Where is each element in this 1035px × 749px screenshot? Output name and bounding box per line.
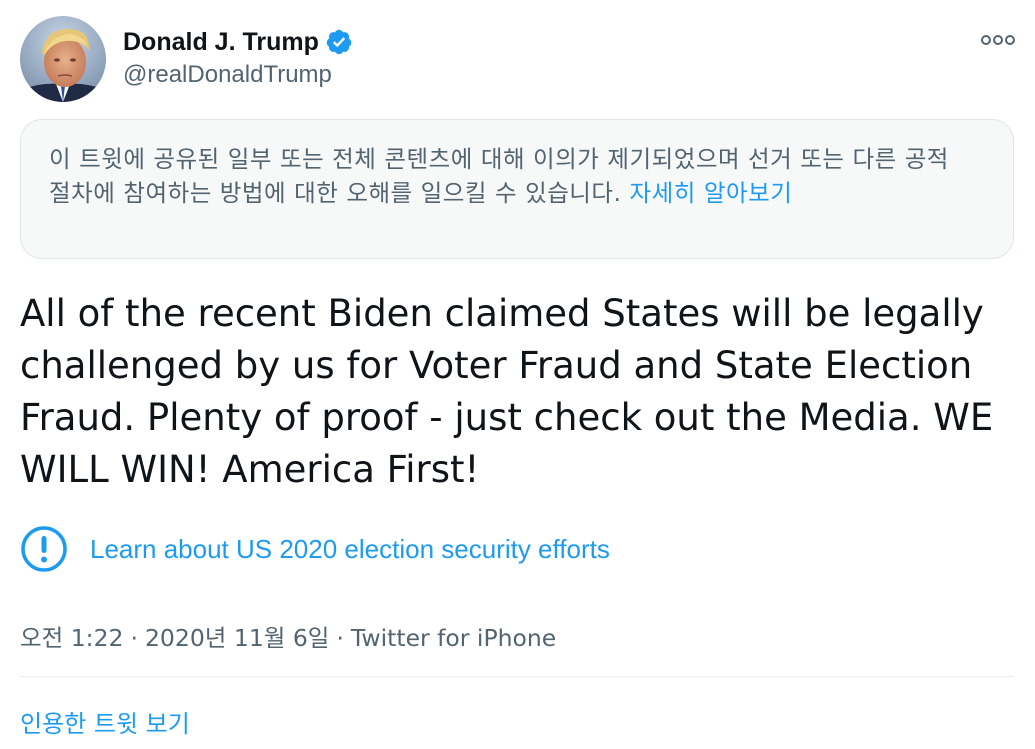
election-label-text[interactable]: Learn about US 2020 election security ef…: [90, 534, 610, 565]
more-dot-icon: [981, 35, 991, 45]
more-dot-icon: [993, 35, 1003, 45]
tweet-meta: 오전 1:22 · 2020년 11월 6일 · Twitter for iPhone: [20, 619, 556, 653]
more-dot-icon: [1005, 35, 1015, 45]
verified-badge-icon: [325, 28, 353, 56]
exclamation-circle-icon: [20, 525, 68, 573]
view-quote-tweets-link[interactable]: 인용한 트윗 보기: [20, 704, 190, 739]
tweet-time[interactable]: 오전 1:22: [20, 624, 123, 652]
more-options-button[interactable]: [981, 30, 1015, 50]
tweet-source[interactable]: Twitter for iPhone: [351, 624, 556, 652]
avatar[interactable]: [20, 16, 106, 102]
learn-more-link[interactable]: 자세히 알아보기: [630, 179, 793, 207]
tweet-text: All of the recent Biden claimed States w…: [20, 292, 994, 491]
author-name-row[interactable]: Donald J. Trump: [123, 26, 353, 58]
meta-separator: ·: [130, 624, 138, 652]
author-display-name[interactable]: Donald J. Trump: [123, 28, 319, 57]
tweet-date[interactable]: 2020년 11월 6일: [145, 624, 329, 652]
author-handle[interactable]: @realDonaldTrump: [123, 61, 332, 89]
divider: [20, 676, 1014, 677]
notice-text: 이 트윗에 공유된 일부 또는 전체 콘텐츠에 대해 이의가 제기되었으며 선거…: [49, 145, 949, 207]
profile-photo-icon: [20, 16, 106, 102]
disputed-notice: 이 트윗에 공유된 일부 또는 전체 콘텐츠에 대해 이의가 제기되었으며 선거…: [20, 119, 1014, 259]
election-label-link[interactable]: Learn about US 2020 election security ef…: [20, 524, 610, 574]
meta-separator: ·: [336, 624, 344, 652]
